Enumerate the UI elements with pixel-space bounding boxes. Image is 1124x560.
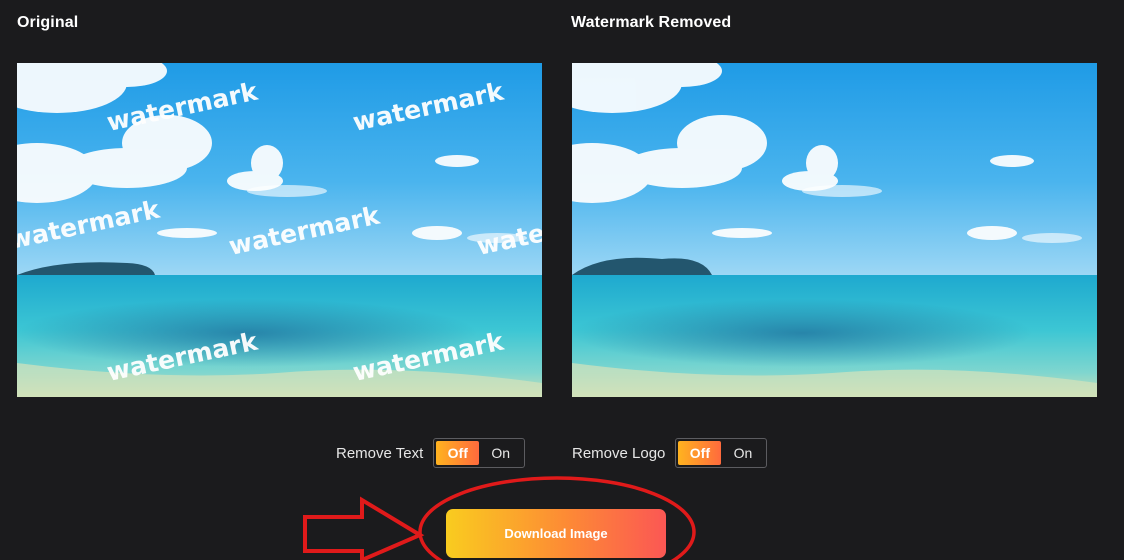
watermark-remover-view: Original Watermark Removed watermark wat… [0, 0, 1124, 560]
remove-logo-toggle[interactable]: Off On [675, 438, 768, 468]
remove-text-off-option[interactable]: Off [436, 441, 480, 465]
removed-beach-photo [572, 63, 1097, 397]
remove-logo-off-option[interactable]: Off [678, 441, 722, 465]
remove-text-label: Remove Text [336, 444, 424, 462]
original-panel-title: Original [17, 14, 79, 31]
remove-logo-on-option[interactable]: On [721, 441, 764, 465]
download-image-button[interactable]: Download Image [446, 509, 666, 558]
remove-logo-control: Remove Logo Off On [572, 437, 768, 469]
original-image: watermark watermark watermark watermark … [17, 63, 542, 397]
remove-text-control: Remove Text Off On [336, 437, 526, 469]
remove-text-on-option[interactable]: On [479, 441, 522, 465]
original-beach-photo: watermark watermark watermark watermark … [17, 63, 542, 397]
removed-panel-title: Watermark Removed [571, 14, 732, 31]
remove-text-toggle[interactable]: Off On [433, 438, 526, 468]
remove-logo-label: Remove Logo [572, 444, 666, 462]
watermark-removed-image [572, 63, 1097, 397]
annotation-arrow-icon [303, 496, 425, 560]
